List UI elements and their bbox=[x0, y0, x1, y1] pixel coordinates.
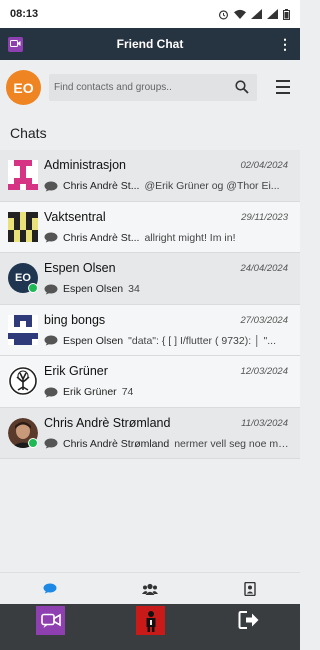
profile-button[interactable] bbox=[136, 606, 165, 635]
logout-button[interactable] bbox=[238, 610, 260, 635]
chat-sender: Chris Andrè St... bbox=[63, 180, 140, 192]
chat-app-button[interactable] bbox=[36, 606, 65, 635]
app-logo-icon[interactable] bbox=[8, 36, 23, 52]
menu-bar bbox=[276, 92, 290, 94]
menu-bar bbox=[276, 80, 290, 82]
search-icon[interactable] bbox=[235, 80, 249, 94]
identicon-avatar bbox=[8, 160, 38, 190]
chat-list: Administrasjon 02/04/2024 Chris Andrè St… bbox=[0, 150, 300, 459]
message-bubble-icon bbox=[44, 232, 58, 243]
chat-message: allright might! Im in! bbox=[144, 231, 236, 244]
nav-chats[interactable] bbox=[0, 573, 100, 604]
chat-icon bbox=[43, 583, 57, 594]
identicon-avatar bbox=[8, 211, 38, 242]
chat-message: nermer vell seg noe med ... bbox=[174, 437, 294, 450]
avatar-initials: EO bbox=[15, 272, 31, 284]
message-bubble-icon bbox=[44, 387, 58, 397]
chat-name: Vaktsentral bbox=[44, 209, 106, 224]
signal-icon bbox=[251, 9, 262, 19]
search-input[interactable] bbox=[54, 82, 226, 93]
online-indicator bbox=[28, 283, 38, 293]
message-bubble-icon bbox=[44, 438, 58, 449]
chat-item-vaktsentral[interactable]: Vaktsentral 29/11/2023 Chris Andrè St...… bbox=[0, 201, 300, 253]
chat-sender: Erik Grüner bbox=[63, 386, 117, 398]
more-options-icon[interactable]: ⋮ bbox=[278, 37, 292, 51]
chat-name: bing bongs bbox=[44, 312, 106, 327]
chat-item-bing-bongs[interactable]: bing bongs 27/03/2024 Espen Olsen "data"… bbox=[0, 304, 300, 356]
chat-item-erik-gruner[interactable]: Erik Grüner 12/03/2024 Erik Grüner 74 bbox=[0, 356, 300, 408]
search-row: EO bbox=[0, 60, 300, 115]
chat-preview: Chris Andrè Strømland nermer vell seg no… bbox=[44, 438, 294, 450]
chat-name: Administrasjon bbox=[44, 158, 126, 172]
tree-logo-avatar bbox=[8, 366, 38, 396]
chat-message: 74 bbox=[121, 386, 134, 398]
chat-message: "data": { [ ] I/flutter ( 9732): │ "... bbox=[128, 334, 277, 347]
chat-item-chris-andre-stromland[interactable]: Chris Andrè Strømland 11/03/2024 Chris A… bbox=[0, 407, 300, 459]
video-chat-icon bbox=[40, 613, 61, 628]
menu-icon[interactable] bbox=[276, 80, 290, 94]
wifi-icon bbox=[234, 9, 246, 19]
search-box[interactable] bbox=[49, 74, 257, 101]
chat-preview: Espen Olsen 34 bbox=[44, 283, 294, 295]
chat-message: @Erik Grüner og @Thor Ei... bbox=[144, 180, 280, 192]
chat-sender: Chris Andrè St... bbox=[63, 231, 140, 244]
signal-icon-2 bbox=[267, 9, 278, 19]
identicon-avatar bbox=[8, 314, 38, 345]
battery-icon bbox=[283, 8, 290, 20]
chat-date: 29/11/2023 bbox=[241, 211, 288, 223]
status-bar: 08:13 bbox=[0, 0, 300, 28]
nav-groups[interactable] bbox=[100, 573, 200, 604]
chat-name: Espen Olsen bbox=[44, 261, 116, 275]
chat-sender: Espen Olsen bbox=[63, 334, 124, 347]
menu-bar bbox=[276, 86, 290, 88]
contacts-icon bbox=[244, 581, 256, 596]
app-bar: Friend Chat ⋮ bbox=[0, 28, 300, 60]
gesture-bar bbox=[0, 638, 300, 650]
chat-sender: Espen Olsen bbox=[63, 283, 124, 295]
chat-preview: Chris Andrè St... @Erik Grüner og @Thor … bbox=[44, 180, 294, 192]
chat-preview: Erik Grüner 74 bbox=[44, 386, 294, 398]
chat-name: Erik Grüner bbox=[44, 364, 108, 378]
chat-date: 02/04/2024 bbox=[240, 160, 288, 171]
profile-icon bbox=[146, 610, 155, 632]
chat-message: 34 bbox=[128, 283, 140, 295]
message-bubble-icon bbox=[44, 335, 58, 346]
chat-date: 27/03/2024 bbox=[240, 314, 288, 326]
bottom-nav bbox=[0, 572, 300, 604]
chat-date: 11/03/2024 bbox=[241, 417, 288, 429]
app-title: Friend Chat bbox=[116, 37, 184, 51]
chat-name: Chris Andrè Strømland bbox=[44, 415, 171, 430]
chat-item-espen-olsen[interactable]: EO Espen Olsen 24/04/2024 Espen Olsen 34 bbox=[0, 253, 300, 305]
chat-item-administrasjon[interactable]: Administrasjon 02/04/2024 Chris Andrè St… bbox=[0, 150, 300, 202]
chat-date: 24/04/2024 bbox=[240, 263, 288, 274]
my-avatar[interactable]: EO bbox=[6, 70, 41, 105]
chat-sender: Chris Andrè Strømland bbox=[63, 437, 170, 450]
alarm-icon bbox=[218, 9, 229, 19]
chat-date: 12/03/2024 bbox=[240, 366, 288, 377]
bottom-dock bbox=[0, 604, 300, 638]
chat-preview: Chris Andrè St... allright might! Im in! bbox=[44, 232, 294, 244]
chat-preview: Espen Olsen "data": { [ ] I/flutter ( 97… bbox=[44, 335, 294, 347]
message-bubble-icon bbox=[44, 284, 58, 294]
status-icons bbox=[218, 8, 290, 20]
section-title: Chats bbox=[10, 125, 47, 141]
message-bubble-icon bbox=[44, 181, 58, 191]
logout-icon bbox=[238, 611, 259, 629]
online-indicator bbox=[28, 437, 38, 448]
status-time: 08:13 bbox=[10, 8, 39, 20]
nav-contacts[interactable] bbox=[200, 573, 300, 604]
group-icon bbox=[142, 583, 158, 595]
